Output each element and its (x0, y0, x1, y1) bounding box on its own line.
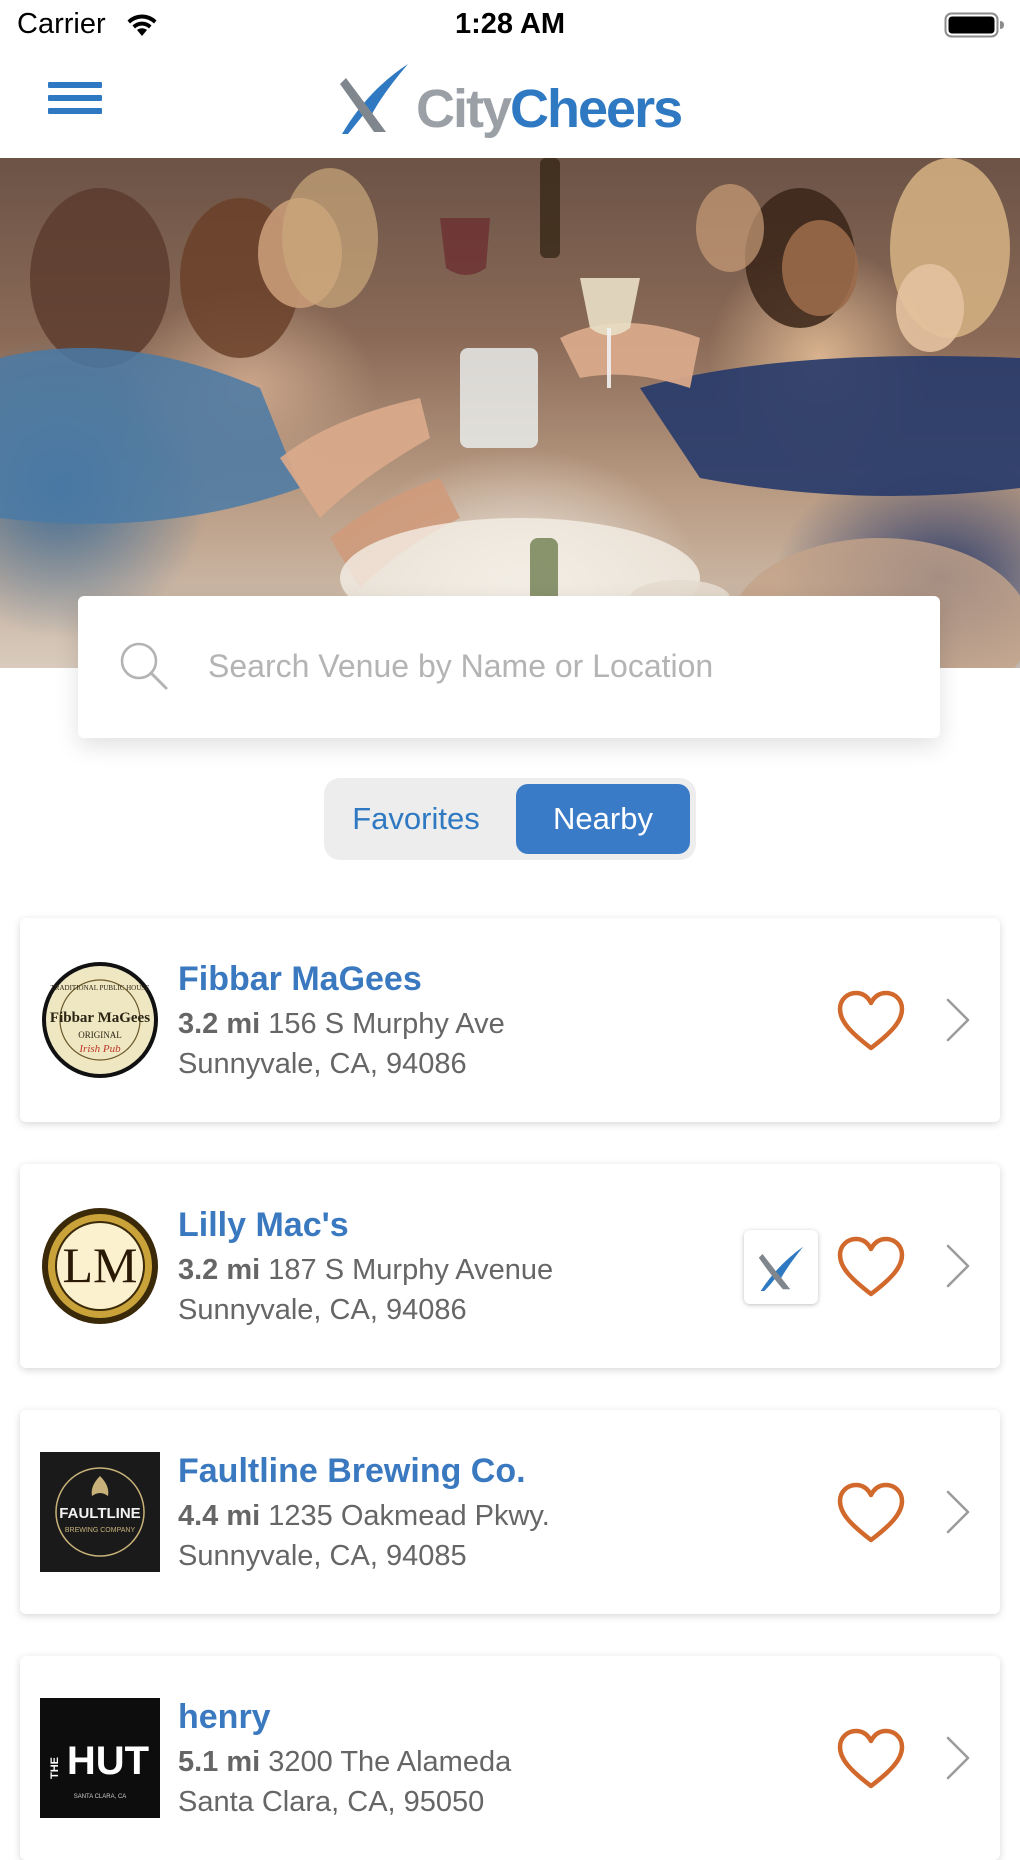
venue-city: Sunnyvale, CA, 94085 (178, 1540, 467, 1572)
chevron-right-icon[interactable] (944, 1242, 972, 1290)
svg-text:Irish Pub: Irish Pub (78, 1043, 121, 1055)
venue-distance: 3.2 mi (178, 1254, 261, 1286)
logo-city-text: City (416, 79, 512, 139)
venue-street: 3200 The Alameda (268, 1746, 512, 1778)
svg-text:BREWING COMPANY: BREWING COMPANY (65, 1527, 136, 1534)
svg-text:HUT: HUT (67, 1739, 149, 1783)
favorite-heart-icon[interactable] (836, 1482, 906, 1546)
svg-text:Fibbar MaGees: Fibbar MaGees (50, 1010, 150, 1026)
svg-text:THE: THE (49, 1757, 61, 1779)
nav-bar: CityCheers (0, 52, 1020, 158)
venue-name: Lilly Mac's (178, 1206, 349, 1244)
citycheers-badge[interactable] (744, 1230, 818, 1304)
favorite-heart-icon[interactable] (836, 1728, 906, 1792)
logo-cheers-text: Cheers (510, 79, 683, 139)
venue-city: Santa Clara, CA, 95050 (178, 1786, 485, 1818)
search-card (78, 596, 940, 738)
venue-name: Faultline Brewing Co. (178, 1452, 526, 1490)
svg-text:TRADITIONAL PUBLIC HOUSE: TRADITIONAL PUBLIC HOUSE (51, 984, 150, 992)
venue-distance: 3.2 mi (178, 1008, 261, 1040)
venue-street: 187 S Murphy Avenue (268, 1254, 554, 1286)
tab-favorites[interactable]: Favorites (330, 784, 502, 854)
svg-text:FAULTLINE: FAULTLINE (59, 1505, 140, 1522)
venue-distance-street: 5.1 mi 3200 The Alameda (178, 1746, 511, 1779)
search-input[interactable] (206, 634, 910, 698)
hero-toast-image (0, 158, 1020, 668)
clock: 1:28 AM (454, 8, 566, 40)
venue-distance: 4.4 mi (178, 1500, 261, 1532)
venue-card[interactable]: THE HUT SANTA CLARA, CA henry 5.1 mi 320… (20, 1656, 1000, 1860)
citycheers-logo: CityCheers (338, 62, 688, 144)
venue-distance: 5.1 mi (178, 1746, 261, 1778)
venue-city: Sunnyvale, CA, 94086 (178, 1294, 467, 1326)
favorite-heart-icon[interactable] (836, 1236, 906, 1300)
venue-name: Fibbar MaGees (178, 960, 422, 998)
faultline-brewing-logo: FAULTLINE BREWING COMPANY (40, 1452, 160, 1572)
venue-street: 1235 Oakmead Pkwy. (268, 1500, 550, 1532)
search-icon (120, 642, 168, 690)
venue-street: 156 S Murphy Ave (268, 1008, 505, 1040)
battery-icon (944, 12, 1004, 38)
lilly-macs-logo: LM (42, 1208, 158, 1324)
logo-wordmark: CityCheers (416, 78, 683, 140)
venue-card[interactable]: LM Lilly Mac's 3.2 mi 187 S Murphy Avenu… (20, 1164, 1000, 1368)
menu-line (48, 95, 102, 101)
venue-card[interactable]: Fibbar MaGees ORIGINAL Irish Pub TRADITI… (20, 918, 1000, 1122)
menu-line (48, 82, 102, 88)
fibbar-magees-logo: Fibbar MaGees ORIGINAL Irish Pub TRADITI… (42, 962, 158, 1078)
venue-card[interactable]: FAULTLINE BREWING COMPANY Faultline Brew… (20, 1410, 1000, 1614)
menu-line (48, 108, 102, 114)
svg-text:ORIGINAL: ORIGINAL (78, 1030, 122, 1040)
citycheers-x-mark-icon (340, 64, 408, 134)
chevron-right-icon[interactable] (944, 996, 972, 1044)
chevron-right-icon[interactable] (944, 1734, 972, 1782)
favorites-nearby-segmented-control: Favorites Nearby (324, 778, 696, 860)
venue-distance-street: 3.2 mi 187 S Murphy Avenue (178, 1254, 553, 1287)
venue-name: henry (178, 1698, 271, 1736)
status-bar: Carrier 1:28 AM (0, 0, 1020, 52)
svg-text:SANTA CLARA, CA: SANTA CLARA, CA (74, 1794, 127, 1800)
hamburger-menu-button[interactable] (40, 74, 104, 134)
favorite-heart-icon[interactable] (836, 990, 906, 1054)
venue-distance-street: 4.4 mi 1235 Oakmead Pkwy. (178, 1500, 550, 1533)
the-hut-logo: THE HUT SANTA CLARA, CA (40, 1698, 160, 1818)
svg-text:LM: LM (63, 1237, 138, 1293)
venue-distance-street: 3.2 mi 156 S Murphy Ave (178, 1008, 505, 1041)
tab-nearby[interactable]: Nearby (516, 784, 690, 854)
chevron-right-icon[interactable] (944, 1488, 972, 1536)
citycheers-x-mark-icon (758, 1246, 804, 1292)
venue-city: Sunnyvale, CA, 94086 (178, 1048, 467, 1080)
hero-illustration (0, 158, 1020, 668)
